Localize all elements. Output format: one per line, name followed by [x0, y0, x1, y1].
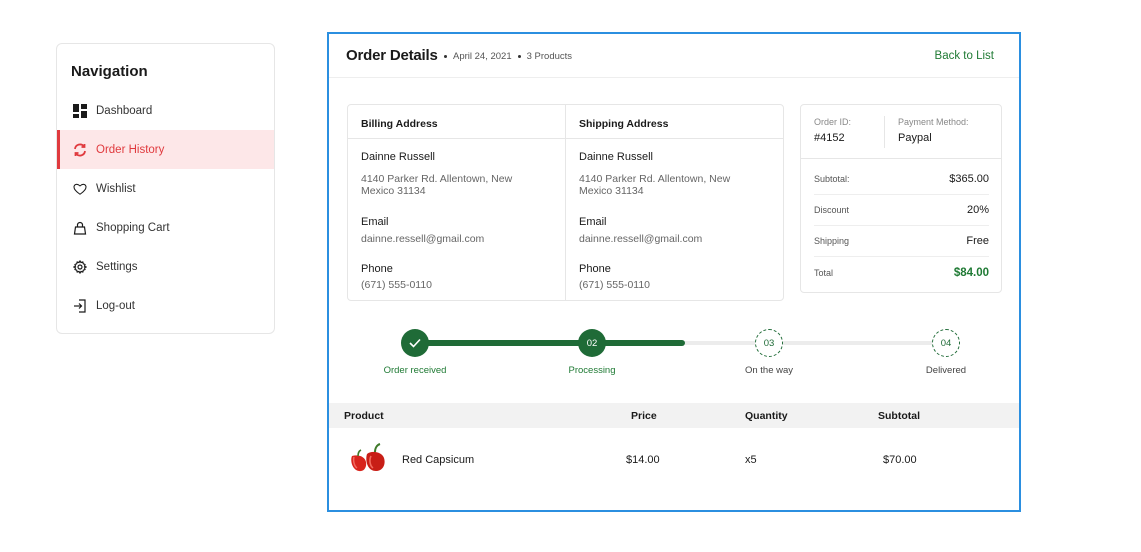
total-label: Total: [814, 267, 834, 278]
order-date: April 24, 2021: [453, 51, 512, 62]
gear-icon: [73, 259, 87, 274]
shipping-row: Shipping Free: [814, 226, 989, 257]
subtotal-label: Subtotal:: [814, 174, 850, 184]
sidebar-item-logout[interactable]: Log-out: [57, 286, 274, 325]
billing-phone: (671) 555-0110: [361, 279, 433, 291]
payment-method-cell: Payment Method: Paypal: [898, 117, 969, 144]
page-title: Order Details: [346, 47, 438, 64]
divider: [884, 116, 885, 148]
table-header: Product Price Quantity Subtotal: [329, 403, 1019, 428]
billing-email: dainne.ressell@gmail.com: [361, 233, 485, 245]
total-value: $84.00: [953, 266, 989, 279]
discount-label: Discount: [814, 205, 850, 215]
product-quantity: x5: [745, 454, 757, 466]
order-id-label: Order ID:: [814, 117, 852, 127]
sidebar-item-dashboard[interactable]: Dashboard: [57, 91, 274, 130]
payment-method-value: Paypal: [898, 132, 932, 144]
sidebar-item-label: Order History: [96, 143, 165, 156]
column-header-price: Price: [631, 410, 657, 422]
discount-row: Discount 20%: [814, 195, 989, 226]
shipping-value: Free: [966, 235, 989, 247]
back-to-list-link[interactable]: Back to List: [935, 50, 994, 62]
shipping-address: Shipping Address Dainne Russell 4140 Par…: [566, 105, 784, 300]
step-label-order-received: Order received: [383, 365, 447, 376]
step-label-processing: Processing: [568, 365, 616, 376]
shipping-heading: Shipping Address: [566, 105, 784, 139]
step-on-the-way: 03: [755, 329, 783, 357]
sidebar-item-label: Shopping Cart: [96, 221, 170, 234]
order-info: Order ID: #4152 Payment Method: Paypal: [801, 105, 1001, 159]
subtotal-row: Subtotal: $365.00: [814, 164, 989, 195]
shipping-name: Dainne Russell: [579, 151, 653, 163]
billing-email-label: Email: [361, 216, 389, 228]
sidebar-item-label: Wishlist: [96, 182, 136, 195]
shipping-street: 4140 Parker Rd. Allentown, New Mexico 31…: [579, 173, 731, 197]
total-row: Total $84.00: [814, 257, 989, 288]
product-image: [347, 442, 389, 477]
order-header: Order Details April 24, 2021 3 Products …: [329, 34, 1019, 78]
order-summary-card: Order ID: #4152 Payment Method: Paypal S…: [800, 104, 1002, 293]
order-id-cell: Order ID: #4152: [814, 117, 851, 144]
sidebar-item-order-history[interactable]: Order History: [57, 130, 274, 169]
shipping-email: dainne.ressell@gmail.com: [579, 233, 703, 245]
subtotal-value: $365.00: [949, 173, 989, 185]
logout-icon: [73, 298, 87, 313]
step-processing: 02: [578, 329, 606, 357]
billing-name: Dainne Russell: [361, 151, 435, 163]
order-details-panel: Order Details April 24, 2021 3 Products …: [327, 32, 1021, 512]
column-header-product: Product: [344, 410, 384, 422]
step-label-on-the-way: On the way: [744, 365, 794, 376]
navigation-sidebar: Navigation Dashboard Order History Wishl…: [56, 43, 275, 334]
sidebar-title: Navigation: [71, 63, 148, 80]
sidebar-item-shopping-cart[interactable]: Shopping Cart: [57, 208, 274, 247]
sidebar-item-wishlist[interactable]: Wishlist: [57, 169, 274, 208]
address-card: Billing Address Dainne Russell 4140 Park…: [347, 104, 784, 301]
shipping-phone-label: Phone: [579, 263, 611, 275]
billing-street: 4140 Parker Rd. Allentown, New Mexico 31…: [361, 173, 513, 197]
sidebar-item-label: Log-out: [96, 299, 136, 312]
heart-icon: [73, 182, 87, 196]
sidebar-item-label: Settings: [96, 260, 138, 273]
bag-icon: [73, 221, 87, 235]
step-label-delivered: Delivered: [925, 365, 967, 376]
step-delivered: 04: [932, 329, 960, 357]
billing-address: Billing Address Dainne Russell 4140 Park…: [348, 105, 566, 300]
shipping-label: Shipping: [814, 236, 850, 246]
product-name: Red Capsicum: [402, 454, 475, 466]
refresh-icon: [73, 143, 87, 157]
sidebar-item-settings[interactable]: Settings: [57, 247, 274, 286]
dashboard-icon: [73, 103, 87, 118]
check-icon: [409, 338, 421, 348]
product-subtotal: $70.00: [883, 454, 917, 466]
shipping-phone: (671) 555-0110: [579, 279, 651, 291]
separator-dot: [444, 55, 447, 58]
separator-dot: [517, 55, 521, 58]
billing-phone-label: Phone: [361, 263, 393, 275]
discount-value: 20%: [966, 204, 989, 216]
progress-fill: [415, 340, 685, 346]
product-count: 3 Products: [526, 51, 573, 62]
sidebar-item-label: Dashboard: [96, 104, 153, 117]
shipping-email-label: Email: [579, 216, 607, 228]
product-price: $14.00: [626, 454, 660, 466]
column-header-quantity: Quantity: [745, 410, 788, 422]
order-id-value: #4152: [814, 132, 845, 144]
billing-heading: Billing Address: [348, 105, 565, 139]
column-header-subtotal: Subtotal: [878, 410, 920, 422]
payment-method-label: Payment Method:: [898, 117, 969, 127]
order-meta: April 24, 2021 3 Products: [444, 51, 572, 62]
table-row[interactable]: Red Capsicum $14.00 x5 $70.00: [329, 428, 1019, 488]
step-order-received: [401, 329, 429, 357]
